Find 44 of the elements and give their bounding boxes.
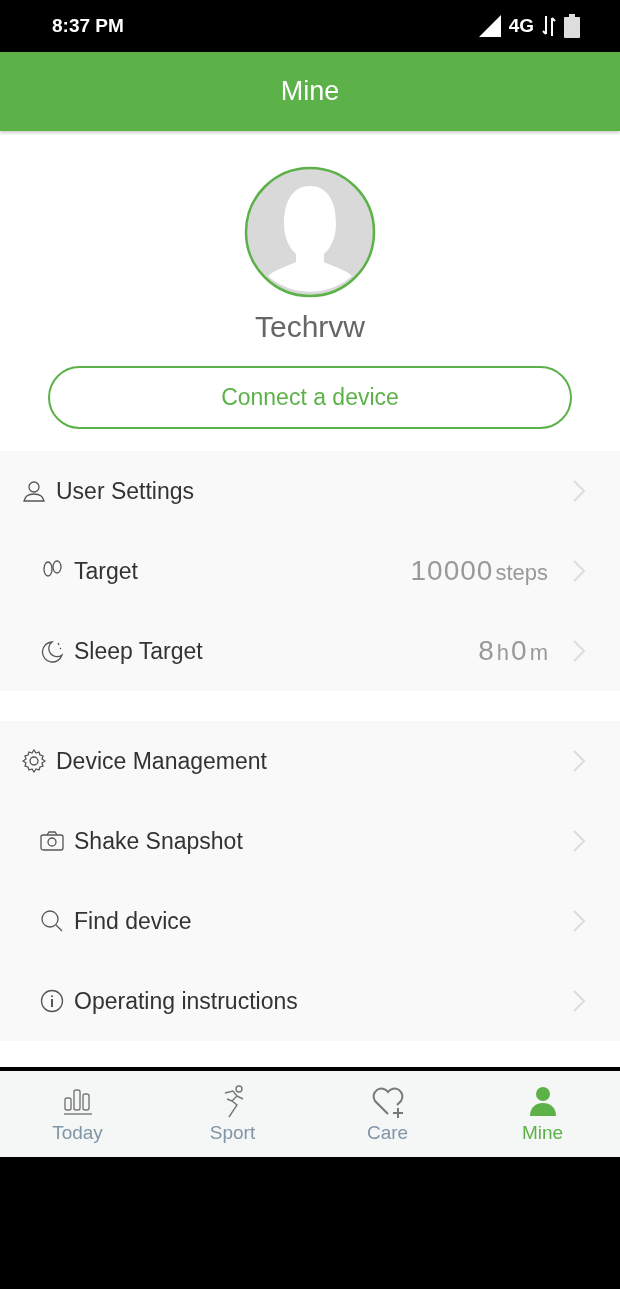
chevron-icon — [572, 479, 586, 503]
user-name: Techrvw — [255, 310, 365, 344]
row-label: Device Management — [56, 747, 268, 775]
row-label: Target — [74, 557, 139, 585]
row-label: Sleep Target — [74, 637, 204, 665]
chevron-icon — [572, 559, 586, 583]
row-label: User Settings — [56, 477, 196, 505]
chevron-icon — [572, 829, 586, 853]
row-unit: steps — [495, 560, 548, 586]
row-unit: h — [496, 640, 510, 666]
tab-label: Care — [366, 1122, 409, 1144]
signal-icon — [478, 15, 501, 37]
chevron-icon — [572, 749, 586, 773]
chevron-icon — [572, 909, 586, 933]
status-time: 8:37 PM — [52, 15, 125, 37]
row-value: 0 — [511, 635, 528, 667]
search-icon — [40, 909, 64, 933]
menu-row[interactable]: Device Management — [0, 721, 620, 801]
gear-icon — [22, 749, 46, 773]
menu-row[interactable]: Sleep Target 8 h0 m — [18, 611, 620, 691]
chevron-icon — [572, 989, 586, 1013]
chevron-icon — [572, 639, 586, 663]
menu-row[interactable]: Operating instructions — [18, 961, 620, 1041]
person-icon — [22, 479, 46, 503]
menu-row[interactable]: Find device — [18, 881, 620, 961]
tab-label: Mine — [521, 1122, 564, 1144]
row-value: 10000 — [410, 555, 494, 587]
menu-row[interactable]: Shake Snapshot — [18, 801, 620, 881]
row-label: Shake Snapshot — [74, 827, 244, 855]
battery-icon — [564, 14, 580, 38]
network-type: 4G — [508, 15, 534, 37]
tab-label: Sport — [209, 1122, 256, 1144]
row-label: Operating instructions — [74, 987, 299, 1015]
menu-row[interactable]: User Settings — [0, 451, 620, 531]
camera-icon — [40, 829, 64, 853]
row-value: 8 — [478, 635, 495, 667]
page-title: Mine — [280, 76, 340, 107]
moon-icon — [40, 639, 64, 663]
data-arrows-icon — [542, 16, 556, 36]
info-icon — [40, 989, 64, 1013]
row-unit: m — [529, 640, 548, 666]
row-label: Find device — [74, 907, 193, 935]
tab-label: Today — [52, 1122, 103, 1144]
menu-row[interactable]: Target 10000steps — [18, 531, 620, 611]
